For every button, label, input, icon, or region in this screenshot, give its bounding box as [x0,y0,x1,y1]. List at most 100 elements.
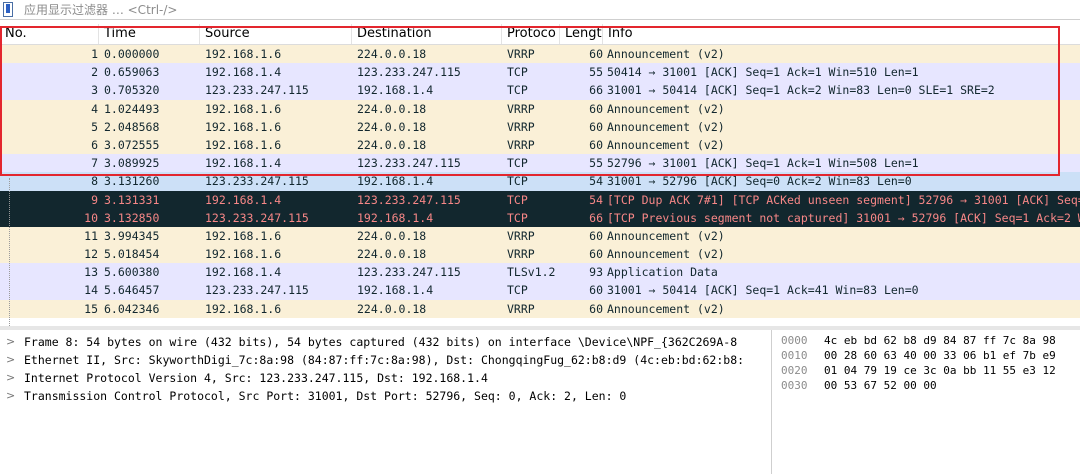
packet-info: 50414 → 31001 [ACK] Seq=1 Ack=1 Win=510 … [607,65,919,80]
packet-list-header: No. Time Source Destination Protoco Leng… [0,24,1080,45]
hex-row[interactable]: 0010 00 28 60 63 40 00 33 06 b1 ef 7b e9 [774,348,1080,363]
hex-row[interactable]: 0000 4c eb bd 62 b8 d9 84 87 ff 7c 8a 98 [774,333,1080,348]
packet-number: 8 [91,174,98,189]
packet-length: 54 [589,192,603,207]
packet-time: 5.600380 [104,265,160,280]
packet-bytes-pane: 0000 4c eb bd 62 b8 d9 84 87 ff 7c 8a 98… [774,330,1080,474]
packet-destination: 123.233.247.115 [357,192,461,207]
column-header-protocol[interactable]: Protoco [502,24,560,44]
packet-info: Announcement (v2) [607,247,725,262]
packet-info: Application Data [607,265,718,280]
packet-row[interactable]: 1 0.000000 192.168.1.6 224.0.0.18 VRRP 60 Anno… [0,45,1080,64]
packet-destination: 224.0.0.18 [357,101,427,116]
packet-destination: 224.0.0.18 [357,137,427,152]
bookmark-icon[interactable] [3,2,13,17]
packet-source: 192.168.1.6 [205,228,282,243]
expand-arrow-icon[interactable]: > [6,351,15,369]
packet-length: 60 [589,119,603,134]
packet-row[interactable]: 11 3.994345 192.168.1.6 224.0.0.18 VRRP 60 Ann… [0,226,1080,246]
packet-row[interactable]: 15 6.042346 192.168.1.6 224.0.0.18 VRRP 60 Ann… [0,299,1080,318]
packet-number: 11 [84,228,98,243]
packet-time: 3.072555 [104,137,160,152]
packet-length: 60 [589,301,603,316]
packet-protocol: TCP [507,210,528,225]
packet-source: 192.168.1.6 [205,101,282,116]
packet-row[interactable]: 7 3.089925 192.168.1.4 123.233.247.115 TCP 55… [0,154,1080,173]
packet-source: 192.168.1.6 [205,119,282,134]
column-header-info[interactable]: Info [603,24,1080,44]
packet-protocol: VRRP [507,101,535,116]
packet-row[interactable]: 14 5.646457 123.233.247.115 192.168.1.4 TCP 6… [0,281,1080,300]
packet-list: No. Time Source Destination Protoco Leng… [0,24,1080,326]
packet-destination: 123.233.247.115 [357,156,461,171]
packet-row[interactable]: 13 5.600380 192.168.1.4 123.233.247.115 TLSv… [0,263,1080,282]
detail-row-tcp[interactable]: > Transmission Control Protocol, Src Por… [0,387,771,405]
detail-row-ethernet[interactable]: > Ethernet II, Src: SkyworthDigi_7c:8a:9… [0,351,771,369]
packet-length: 60 [589,228,603,243]
packet-row[interactable]: 9 3.131331 192.168.1.4 123.233.247.115 TCP 54… [0,190,1080,209]
packet-length: 60 [589,283,603,298]
hex-row[interactable]: 0030 00 53 67 52 00 00 [774,378,1080,393]
packet-destination: 224.0.0.18 [357,228,427,243]
packet-row[interactable]: 4 1.024493 192.168.1.6 224.0.0.18 VRRP 60 Anno… [0,99,1080,118]
packet-info: Announcement (v2) [607,119,725,134]
packet-row[interactable]: 8 3.131260 123.233.247.115 192.168.1.4 TCP 54… [0,172,1080,191]
packet-row[interactable]: 10 3.132850 123.233.247.115 192.168.1.4 TCP 6… [0,208,1080,227]
packet-protocol: TCP [507,156,528,171]
packet-time: 5.018454 [104,247,160,262]
column-header-destination[interactable]: Destination [352,24,502,44]
packet-destination: 224.0.0.18 [357,47,427,61]
packet-number: 15 [84,301,98,316]
packet-time: 3.089925 [104,156,160,171]
packet-time: 3.131331 [104,192,160,207]
display-filter-input[interactable] [20,0,1080,19]
packet-row[interactable]: 6 3.072555 192.168.1.6 224.0.0.18 VRRP 60 Anno… [0,135,1080,155]
packet-number: 14 [84,283,98,298]
packet-row[interactable]: 5 2.048568 192.168.1.6 224.0.0.18 VRRP 60 Anno… [0,117,1080,136]
packet-destination: 192.168.1.4 [357,83,434,98]
packet-info: Announcement (v2) [607,101,725,116]
column-header-no[interactable]: No. [0,24,99,44]
packet-row[interactable]: 3 0.705320 123.233.247.115 192.168.1.4 TCP 66… [0,81,1080,100]
packet-source: 123.233.247.115 [205,174,309,189]
column-header-time[interactable]: Time [99,24,200,44]
column-header-length[interactable]: Lengt [560,24,603,44]
expand-arrow-icon[interactable]: > [6,369,15,387]
hex-row[interactable]: 0020 01 04 79 19 ce 3c 0a bb 11 55 e3 12 [774,363,1080,378]
packet-source: 123.233.247.115 [205,210,309,225]
packet-protocol: TCP [507,174,528,189]
packet-source: 192.168.1.6 [205,137,282,152]
packet-details-pane: > Frame 8: 54 bytes on wire (432 bits), … [0,330,772,474]
packet-length: 93 [589,265,603,280]
packet-destination: 123.233.247.115 [357,265,461,280]
packet-length: 66 [589,83,603,98]
packet-info: [TCP Dup ACK 7#1] [TCP ACKed unseen segm… [607,192,1080,207]
detail-row-ipv4[interactable]: > Internet Protocol Version 4, Src: 123.… [0,369,771,387]
packet-time: 3.132850 [104,210,160,225]
packet-destination: 224.0.0.18 [357,301,427,316]
packet-time: 0.000000 [104,47,160,61]
packet-number: 4 [91,101,98,116]
packet-destination: 192.168.1.4 [357,210,434,225]
packet-protocol: VRRP [507,137,535,152]
column-header-source[interactable]: Source [200,24,352,44]
packet-number: 2 [91,65,98,80]
packet-row[interactable]: 12 5.018454 192.168.1.6 224.0.0.18 VRRP 60 Ann… [0,245,1080,264]
packet-source: 123.233.247.115 [205,83,309,98]
packet-row[interactable]: 2 0.659063 192.168.1.4 123.233.247.115 TCP 55… [0,63,1080,82]
packet-protocol: TCP [507,83,528,98]
hex-bytes: 00 28 60 63 40 00 33 06 b1 ef 7b e9 [824,349,1056,362]
packet-info: 52796 → 31001 [ACK] Seq=1 Ack=1 Win=508 … [607,156,919,171]
packet-source: 192.168.1.6 [205,47,282,61]
detail-row-frame[interactable]: > Frame 8: 54 bytes on wire (432 bits), … [0,333,771,351]
expand-arrow-icon[interactable]: > [6,387,15,405]
expand-arrow-icon[interactable]: > [6,333,15,351]
packet-protocol: VRRP [507,47,535,61]
packet-protocol: VRRP [507,119,535,134]
packet-number: 3 [91,83,98,98]
packet-source: 192.168.1.6 [205,301,282,316]
packet-length: 54 [589,174,603,189]
packet-protocol: VRRP [507,247,535,262]
packet-protocol: TLSv1.2 [507,265,556,280]
packet-protocol: TCP [507,283,528,298]
